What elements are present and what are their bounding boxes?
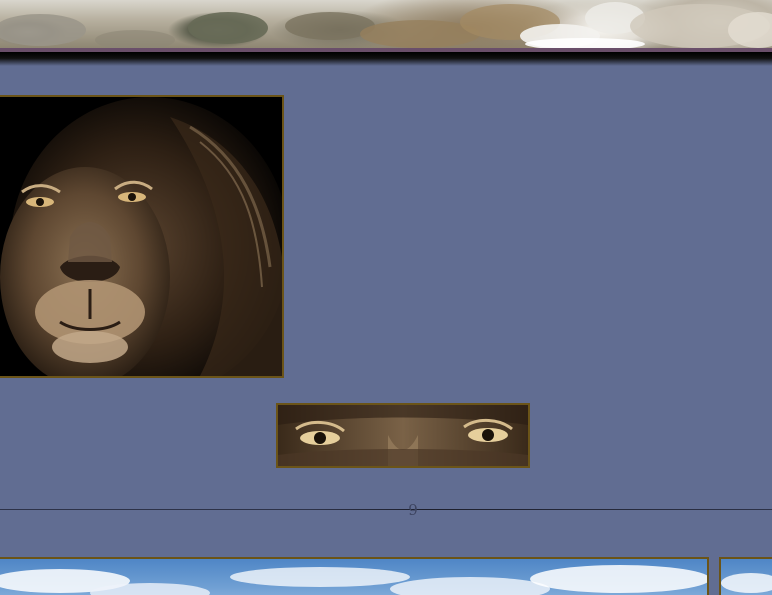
page-number: 9 xyxy=(408,501,418,519)
page-separator xyxy=(0,509,772,510)
lion-portrait-art xyxy=(0,97,282,376)
banner-shadow xyxy=(0,52,772,66)
sky-clouds-art xyxy=(0,565,707,595)
lion-eyes-art xyxy=(278,405,528,466)
page: 9 xyxy=(0,0,772,595)
lion-eyes-photo[interactable] xyxy=(276,403,530,468)
banner-art xyxy=(0,2,772,50)
lion-portrait-photo[interactable] xyxy=(0,95,284,378)
sky-clouds-photo-2[interactable] xyxy=(719,557,772,595)
sky-clouds-photo[interactable] xyxy=(0,557,709,595)
waterfall-banner-image xyxy=(0,0,772,50)
sky-clouds-art-2 xyxy=(721,573,772,593)
